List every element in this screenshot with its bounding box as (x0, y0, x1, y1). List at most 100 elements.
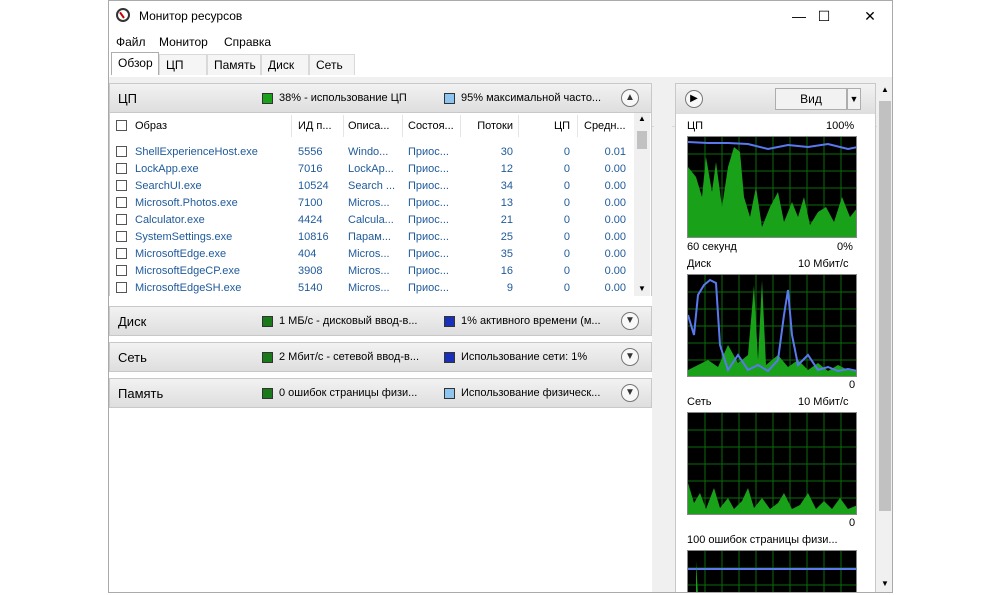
row-cpu: 0 (563, 163, 570, 175)
row-checkbox[interactable] (116, 231, 127, 242)
row-description: Micros... (348, 197, 390, 209)
row-description: LockAp... (348, 163, 394, 175)
tab-memory[interactable]: Память (207, 54, 261, 75)
cpu-graph-min: 0% (837, 241, 853, 253)
table-row[interactable]: Microsoft.Photos.exe 7100 Micros... Приос..… (110, 196, 635, 213)
menu-file[interactable]: Файл (116, 35, 146, 49)
column-average-cpu[interactable]: Средн... (584, 120, 630, 132)
pane-splitter[interactable] (654, 83, 672, 592)
scroll-down-icon[interactable]: ▼ (638, 284, 646, 293)
table-row[interactable]: LockApp.exe 7016 LockAp... Приос... 12 0 0.00 (110, 162, 635, 179)
table-row[interactable]: Calculator.exe 4424 Calcula... Приос... 21 0 0… (110, 213, 635, 230)
disk-active-stat: 1% активного времени (м... (461, 315, 601, 327)
row-checkbox[interactable] (116, 248, 127, 259)
expand-network-button[interactable]: ▼ (621, 348, 639, 366)
scroll-up-icon[interactable]: ▲ (638, 114, 646, 123)
maximize-button[interactable]: ☐ (801, 1, 847, 32)
view-button[interactable]: Вид (775, 88, 847, 110)
row-checkbox[interactable] (116, 282, 127, 293)
row-image: MicrosoftEdge.exe (135, 248, 227, 260)
network-graph-min: 0 (849, 517, 856, 529)
graphs-toolbar: ▶ Вид ▼ (676, 84, 875, 114)
graphs-scroll-thumb[interactable] (879, 101, 891, 511)
cpu-table-scroll-thumb[interactable] (637, 131, 647, 149)
row-image: ShellExperienceHost.exe (135, 146, 258, 158)
select-all-checkbox[interactable] (116, 120, 127, 131)
cpu-graph-timespan: 60 секунд (687, 241, 737, 253)
network-section-header[interactable]: Сеть 2 Мбит/с - сетевой ввод-в... Исполь… (109, 342, 652, 372)
column-separator (291, 115, 292, 137)
memory-section-header[interactable]: Память 0 ошибок страницы физи... Использ… (109, 378, 652, 408)
scroll-up-icon[interactable]: ▲ (881, 85, 889, 94)
tab-overview[interactable]: Обзор (111, 52, 159, 75)
column-pid[interactable]: ИД п... (298, 120, 343, 132)
row-status: Приос... (408, 265, 449, 277)
row-checkbox[interactable] (116, 265, 127, 276)
disk-graph-svg (688, 275, 856, 376)
cpu-graph-svg (688, 137, 856, 237)
cpu-frequency-stat: 95% максимальной часто... (461, 92, 602, 104)
graphs-scrollbar[interactable]: ▲ ▼ (877, 83, 892, 592)
scroll-down-icon[interactable]: ▼ (881, 579, 889, 588)
row-threads: 34 (500, 180, 513, 192)
table-row[interactable]: MicrosoftEdgeSH.exe 5140 Micros... Приос...… (110, 281, 635, 296)
row-average-cpu: 0.00 (604, 197, 626, 209)
row-average-cpu: 0.01 (604, 146, 626, 158)
menu-monitor[interactable]: Монитор (159, 35, 208, 49)
cpu-process-table: Образ ИД п... Описа... Состоя... Потоки … (109, 113, 652, 296)
menu-help[interactable]: Справка (224, 35, 271, 49)
column-separator (460, 115, 461, 137)
row-pid: 4424 (298, 214, 323, 226)
cpu-table-scrollbar[interactable]: ▲ ▼ (634, 113, 650, 296)
table-row[interactable]: MicrosoftEdge.exe 404 Micros... Приос... 35 0… (110, 247, 635, 264)
row-description: Calcula... (348, 214, 394, 226)
memory-section-title: Память (118, 386, 164, 401)
table-row[interactable]: SearchUI.exe 10524 Search ... Приос... 34 0 0.… (110, 179, 635, 196)
disk-io-swatch (262, 316, 273, 327)
network-usage-stat: Использование сети: 1% (461, 351, 588, 363)
row-image: MicrosoftEdgeSH.exe (135, 282, 242, 294)
memory-faults-swatch (262, 388, 273, 399)
tab-cpu[interactable]: ЦП (159, 54, 207, 75)
table-row[interactable]: MicrosoftEdgeCP.exe 3908 Micros... Приос...… (110, 264, 635, 281)
window-title: Монитор ресурсов (139, 9, 243, 23)
column-status[interactable]: Состоя... (408, 120, 460, 132)
row-average-cpu: 0.00 (604, 163, 626, 175)
collapse-cpu-button[interactable]: ▲ (621, 89, 639, 107)
disk-section-header[interactable]: Диск 1 МБ/с - дисковый ввод-в... 1% акти… (109, 306, 652, 336)
memory-faults-stat: 0 ошибок страницы физи... (279, 387, 418, 399)
row-checkbox[interactable] (116, 197, 127, 208)
row-image: Calculator.exe (135, 214, 205, 226)
row-checkbox[interactable] (116, 146, 127, 157)
row-cpu: 0 (563, 214, 570, 226)
column-image[interactable]: Образ (135, 120, 285, 132)
expand-memory-button[interactable]: ▼ (621, 384, 639, 402)
row-average-cpu: 0.00 (604, 282, 626, 294)
row-checkbox[interactable] (116, 163, 127, 174)
table-row[interactable]: ShellExperienceHost.exe 5556 Windo... Приос… (110, 145, 635, 162)
view-dropdown-icon[interactable]: ▼ (847, 88, 861, 110)
row-checkbox[interactable] (116, 214, 127, 225)
row-status: Приос... (408, 248, 449, 260)
column-threads[interactable]: Потоки (466, 120, 513, 132)
row-checkbox[interactable] (116, 180, 127, 191)
overview-panel: ЦП 38% - использование ЦП 95% максимальн… (109, 83, 652, 592)
row-pid: 5556 (298, 146, 323, 158)
cpu-section-header[interactable]: ЦП 38% - использование ЦП 95% максимальн… (109, 83, 652, 113)
tab-disk[interactable]: Диск (261, 54, 309, 75)
memory-usage-stat: Использование физическ... (461, 387, 601, 399)
row-status: Приос... (408, 231, 449, 243)
column-description[interactable]: Описа... (348, 120, 400, 132)
close-button[interactable]: ✕ (847, 1, 892, 32)
expand-disk-button[interactable]: ▼ (621, 312, 639, 330)
table-row[interactable]: SystemSettings.exe 10816 Парам... Приос... 2… (110, 230, 635, 247)
row-average-cpu: 0.00 (604, 248, 626, 260)
collapse-graphs-icon[interactable]: ▶ (685, 90, 703, 108)
row-pid: 7100 (298, 197, 323, 209)
column-cpu[interactable]: ЦП (530, 120, 570, 132)
row-threads: 30 (500, 146, 513, 158)
tab-network[interactable]: Сеть (309, 54, 355, 75)
cpu-section-title: ЦП (118, 91, 137, 106)
graphs-panel: ▶ Вид ▼ ЦП 100% 60 секунд 0% Диск 10 Мби… (675, 83, 876, 592)
column-separator (343, 115, 344, 137)
